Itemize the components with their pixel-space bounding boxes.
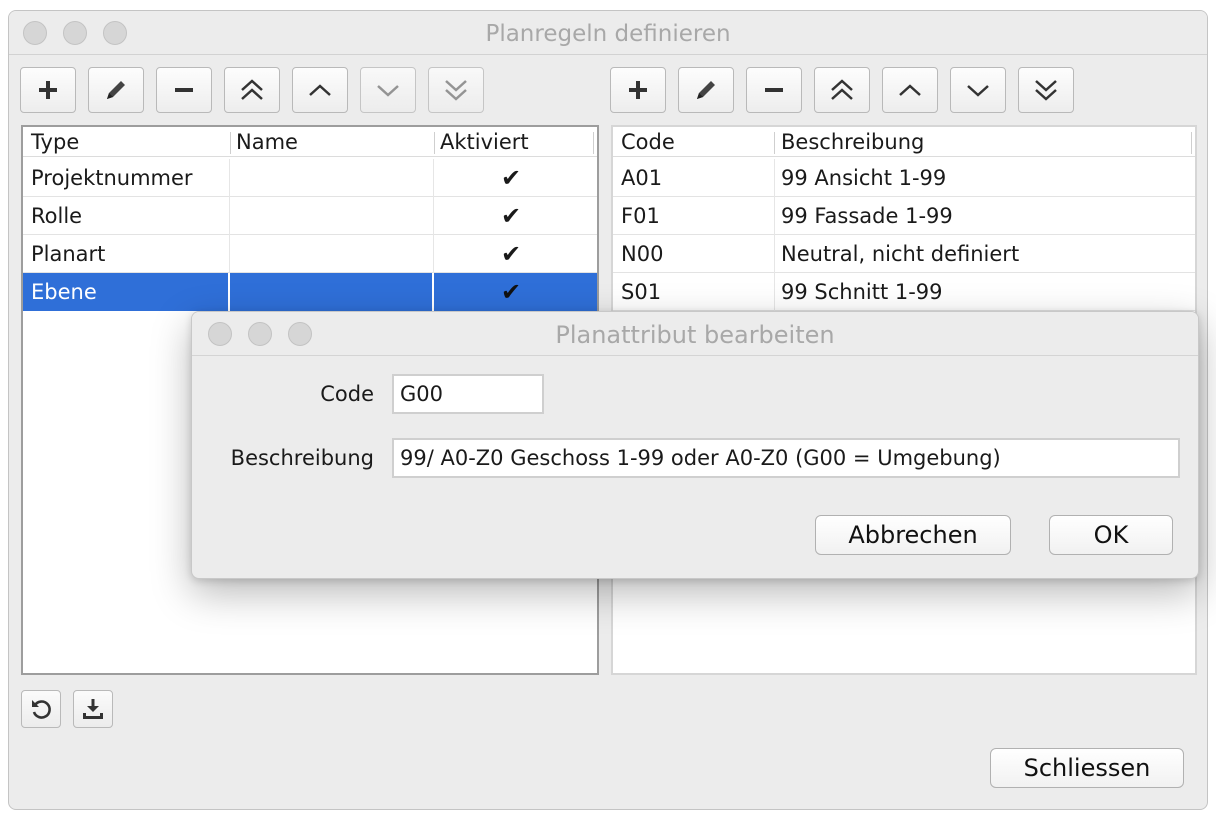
- right-edit-button[interactable]: [678, 67, 734, 113]
- cell-name: [230, 235, 236, 273]
- cell-type: Planart: [31, 242, 106, 266]
- table-row[interactable]: S01 99 Schnitt 1-99: [613, 273, 1195, 311]
- cell-name: [230, 273, 236, 311]
- chevron-down-icon: [967, 85, 989, 97]
- cell-type: Ebene: [31, 280, 97, 304]
- double-chevron-down-icon: [1035, 80, 1057, 101]
- left-move-up-button[interactable]: [292, 67, 348, 113]
- plus-icon: [39, 81, 57, 99]
- right-move-down-button[interactable]: [950, 67, 1006, 113]
- double-chevron-up-icon: [241, 79, 263, 100]
- table-row-selected[interactable]: Ebene ✔: [23, 273, 597, 311]
- column-header-code[interactable]: Code: [615, 127, 773, 157]
- cell-type: Projektnummer: [31, 166, 193, 190]
- table-header: Code Beschreibung: [613, 127, 1195, 157]
- table-row[interactable]: A01 99 Ansicht 1-99: [613, 159, 1195, 197]
- left-add-button[interactable]: [20, 67, 76, 113]
- chevron-down-icon: [377, 85, 399, 97]
- window-titlebar: Planregeln definieren: [9, 11, 1207, 55]
- chevron-up-icon: [309, 84, 331, 96]
- cell-code: N00: [621, 242, 664, 266]
- description-field[interactable]: 99/ A0-Z0 Geschoss 1-99 oder A0-Z0 (G00 …: [392, 438, 1180, 478]
- window-title: Planregeln definieren: [485, 21, 731, 47]
- minus-icon: [765, 88, 783, 92]
- right-move-up-button[interactable]: [882, 67, 938, 113]
- dialog-title: Planattribut bearbeiten: [555, 321, 835, 349]
- cell-description: 99 Ansicht 1-99: [781, 166, 947, 190]
- download-icon: [83, 699, 103, 719]
- left-remove-button[interactable]: [156, 67, 212, 113]
- close-button[interactable]: Schliessen: [990, 748, 1184, 788]
- code-label: Code: [320, 382, 374, 406]
- dialog-titlebar: Planattribut bearbeiten: [192, 312, 1198, 356]
- refresh-icon: [32, 700, 51, 719]
- table-row[interactable]: Projektnummer ✔: [23, 159, 597, 197]
- table-row[interactable]: N00 Neutral, nicht definiert: [613, 235, 1195, 273]
- checkmark-icon[interactable]: ✔: [491, 159, 531, 197]
- reset-button[interactable]: [21, 690, 61, 728]
- cell-code: A01: [621, 166, 663, 190]
- table-header: Type Name Aktiviert: [23, 127, 597, 157]
- pencil-icon: [697, 81, 715, 99]
- right-remove-button[interactable]: [746, 67, 802, 113]
- table-row[interactable]: Planart ✔: [23, 235, 597, 273]
- description-label: Beschreibung: [230, 446, 374, 470]
- import-button[interactable]: [73, 690, 113, 728]
- right-move-top-button[interactable]: [814, 67, 870, 113]
- right-move-bottom-button[interactable]: [1018, 67, 1074, 113]
- right-add-button[interactable]: [610, 67, 666, 113]
- cell-type: Rolle: [31, 204, 83, 228]
- left-move-down-button[interactable]: [360, 67, 416, 113]
- cell-description: Neutral, nicht definiert: [781, 242, 1020, 266]
- left-move-bottom-button[interactable]: [428, 67, 484, 113]
- minus-icon: [175, 88, 193, 92]
- cancel-button[interactable]: Abbrechen: [815, 515, 1011, 555]
- table-row[interactable]: F01 99 Fassade 1-99: [613, 197, 1195, 235]
- cell-name: [230, 159, 236, 197]
- plus-icon: [629, 81, 647, 99]
- checkmark-icon[interactable]: ✔: [491, 235, 531, 273]
- cell-code: S01: [621, 280, 662, 304]
- cell-name: [230, 197, 236, 235]
- chevron-up-icon: [899, 84, 921, 96]
- double-chevron-up-icon: [831, 79, 853, 100]
- column-header-aktiviert[interactable]: Aktiviert: [434, 127, 594, 157]
- column-header-beschreibung[interactable]: Beschreibung: [775, 127, 1185, 157]
- column-header-type[interactable]: Type: [25, 127, 230, 157]
- cell-description: 99 Schnitt 1-99: [781, 280, 943, 304]
- pencil-icon: [107, 81, 125, 99]
- cell-description: 99 Fassade 1-99: [781, 204, 953, 228]
- left-edit-button[interactable]: [88, 67, 144, 113]
- edit-attribute-dialog: Planattribut bearbeiten Code G00 Beschre…: [191, 311, 1199, 579]
- ok-button[interactable]: OK: [1049, 515, 1173, 555]
- left-move-top-button[interactable]: [224, 67, 280, 113]
- code-field[interactable]: G00: [392, 374, 544, 414]
- column-header-name[interactable]: Name: [230, 127, 435, 157]
- checkmark-icon[interactable]: ✔: [491, 197, 531, 235]
- cell-code: F01: [621, 204, 660, 228]
- double-chevron-down-icon: [445, 80, 467, 101]
- checkmark-icon[interactable]: ✔: [491, 273, 531, 311]
- table-row[interactable]: Rolle ✔: [23, 197, 597, 235]
